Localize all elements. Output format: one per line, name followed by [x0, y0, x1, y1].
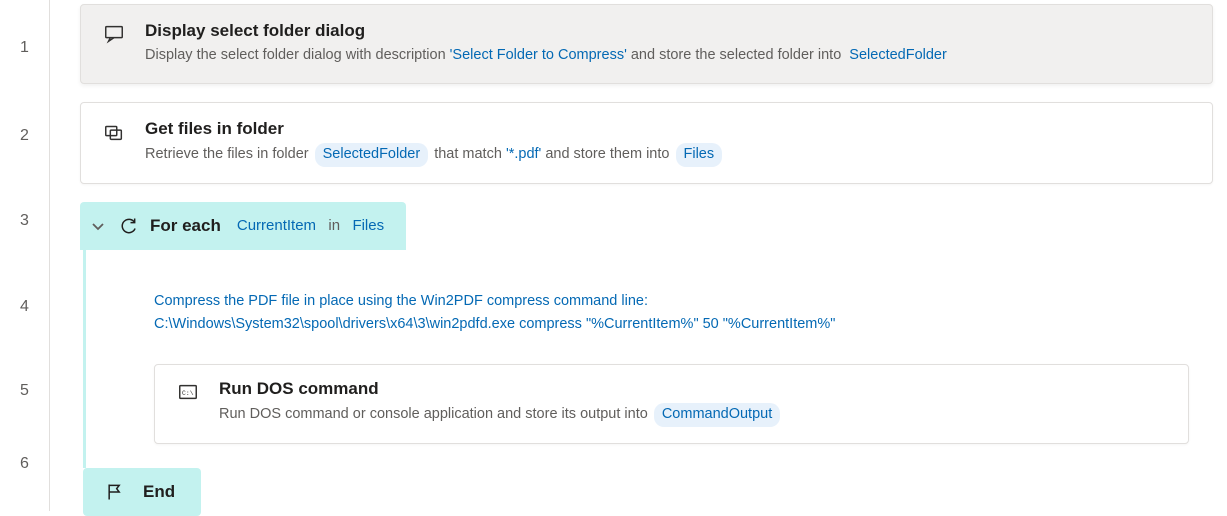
loop-icon [118, 216, 138, 236]
foreach-vars: CurrentItem in Files [233, 217, 388, 234]
step-description: Display the select folder dialog with de… [145, 45, 1192, 67]
step-title: Get files in folder [145, 119, 1192, 139]
step-comment[interactable]: Compress the PDF file in place using the… [154, 290, 1134, 336]
step-title: Run DOS command [219, 379, 1168, 399]
line-number: 4 [0, 262, 49, 352]
step-title: Display select folder dialog [145, 21, 1192, 41]
flow-steps: Display select folder dialog Display the… [50, 0, 1227, 511]
foreach-label: For each [150, 216, 221, 236]
line-number-gutter: 1 2 3 4 5 6 [0, 0, 50, 511]
folder-copy-icon [103, 121, 125, 143]
flag-icon [105, 482, 125, 502]
variable-token[interactable]: CurrentItem [235, 217, 318, 234]
variable-token[interactable]: CommandOutput [654, 403, 780, 427]
variable-token[interactable]: SelectedFolder [847, 45, 949, 67]
step-description: Retrieve the files in folder SelectedFol… [145, 143, 1192, 167]
step-run-dos-command[interactable]: C:\ Run DOS command Run DOS command or c… [154, 364, 1189, 444]
step-get-files-in-folder[interactable]: Get files in folder Retrieve the files i… [80, 102, 1213, 184]
step-description: Run DOS command or console application a… [219, 403, 1168, 427]
line-number: 3 [0, 180, 49, 262]
foreach-loop-header[interactable]: For each CurrentItem in Files [80, 202, 406, 250]
chevron-down-icon[interactable] [90, 218, 106, 234]
step-display-folder-dialog[interactable]: Display select folder dialog Display the… [80, 4, 1213, 84]
variable-token[interactable]: Files [350, 217, 386, 234]
svg-text:C:\: C:\ [182, 390, 194, 397]
line-number: 2 [0, 92, 49, 180]
foreach-loop-body: Compress the PDF file in place using the… [83, 250, 1213, 468]
line-number: 5 [0, 352, 49, 430]
message-box-icon [103, 23, 125, 45]
string-literal: '*.pdf' [506, 146, 541, 162]
foreach-loop-end[interactable]: End [83, 468, 201, 516]
end-label: End [143, 482, 175, 502]
line-number: 1 [0, 4, 49, 92]
line-number: 6 [0, 430, 49, 498]
variable-token[interactable]: Files [676, 143, 723, 167]
string-literal: 'Select Folder to Compress' [450, 47, 627, 63]
variable-token[interactable]: SelectedFolder [315, 143, 429, 167]
console-icon: C:\ [177, 381, 199, 403]
